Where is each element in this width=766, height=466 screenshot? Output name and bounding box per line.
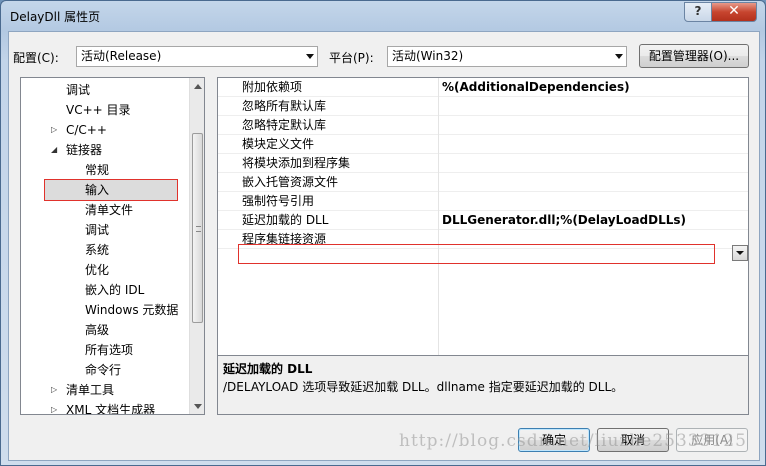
selected-row-highlight	[238, 244, 715, 264]
collapse-arrow-icon[interactable]: ◢	[51, 140, 61, 160]
tree-selection-highlight	[44, 179, 178, 201]
tree-scrollbar[interactable]	[189, 78, 204, 414]
platform-combo[interactable]: 活动(Win32)	[387, 46, 627, 67]
tree-item[interactable]: 系统	[85, 240, 109, 260]
property-row[interactable]: 忽略特定默认库	[218, 116, 748, 135]
property-tree[interactable]: 调试 VC++ 目录 ▷ C/C++ ◢ 链接器 常规 输入 清单文件 调试 系统 优化 嵌入的 IDL…	[20, 77, 205, 415]
value-dropdown-button[interactable]	[732, 245, 748, 261]
tree-item[interactable]: 嵌入的 IDL	[85, 280, 144, 300]
property-row[interactable]: 将模块添加到程序集	[218, 154, 748, 173]
property-name: 强制符号引用	[242, 194, 315, 208]
property-row[interactable]: 延迟加载的 DLL DLLGenerator.dll;%(DelayLoadDLL…	[218, 211, 748, 230]
tree-item[interactable]: 调试	[66, 80, 90, 100]
column-separator[interactable]	[438, 78, 439, 376]
close-button[interactable]: ✕	[711, 2, 757, 22]
property-pages-window: DelayDll 属性页 ? ✕ 配置(C): 活动(Release) 平台(P…	[0, 0, 766, 466]
tree-item[interactable]: 清单工具	[66, 380, 114, 400]
tree-item[interactable]: 调试	[85, 220, 109, 240]
tree-item[interactable]: 链接器	[66, 140, 102, 160]
expand-arrow-icon[interactable]: ▷	[51, 120, 61, 140]
property-name: 忽略特定默认库	[242, 118, 327, 132]
scroll-thumb[interactable]	[192, 133, 203, 323]
config-value: 活动(Release)	[81, 49, 162, 63]
tree-item[interactable]: 常规	[85, 160, 109, 180]
property-row[interactable]: 嵌入托管资源文件	[218, 173, 748, 192]
property-name: 忽略所有默认库	[242, 99, 327, 113]
grip-icon	[196, 226, 201, 232]
description-title: 延迟加载的 DLL	[223, 362, 313, 376]
configuration-manager-button[interactable]: 配置管理器(O)...	[639, 44, 749, 68]
tree-item[interactable]: 输入	[85, 180, 109, 200]
tree-item[interactable]: 优化	[85, 260, 109, 280]
window-title: DelayDll 属性页	[10, 10, 101, 24]
expand-arrow-icon[interactable]: ▷	[51, 380, 61, 400]
property-name: 嵌入托管资源文件	[242, 175, 339, 189]
property-row[interactable]: 模块定义文件	[218, 135, 748, 154]
tree-item[interactable]: Windows 元数据	[85, 300, 178, 320]
tree-item[interactable]: 所有选项	[85, 340, 133, 360]
help-button[interactable]: ?	[684, 2, 712, 22]
property-name: 模块定义文件	[242, 137, 315, 151]
scroll-up-icon[interactable]	[194, 84, 202, 89]
expand-arrow-icon[interactable]: ▷	[51, 400, 61, 414]
property-row[interactable]: 附加依赖项 %(AdditionalDependencies)	[218, 78, 748, 97]
platform-label: 平台(P):	[329, 51, 374, 65]
property-value[interactable]: DLLGenerator.dll;%(DelayLoadDLLs)	[442, 211, 686, 229]
platform-value: 活动(Win32)	[392, 49, 464, 63]
property-row[interactable]: 强制符号引用	[218, 192, 748, 211]
property-name: 延迟加载的 DLL	[242, 213, 329, 227]
scroll-down-icon[interactable]	[194, 404, 202, 409]
tree-item[interactable]: XML 文档生成器	[66, 400, 155, 414]
tree-item[interactable]: 清单文件	[85, 200, 133, 220]
property-name: 将模块添加到程序集	[242, 156, 351, 170]
chevron-down-icon	[615, 54, 623, 59]
chevron-down-icon	[306, 54, 314, 59]
property-value[interactable]: %(AdditionalDependencies)	[442, 78, 630, 96]
property-grid[interactable]: 程序集链接资源 延迟加载的 DLL DLLGenerator.dll;%(Delay…	[217, 77, 749, 377]
description-text: /DELAYLOAD 选项导致延迟加载 DLL。dllname 指定要延迟加载的…	[223, 380, 624, 394]
tree-item[interactable]: VC++ 目录	[66, 100, 131, 120]
tree-item[interactable]: 命令行	[85, 360, 121, 380]
config-combo[interactable]: 活动(Release)	[76, 46, 318, 67]
config-label: 配置(C):	[13, 51, 59, 65]
property-row[interactable]: 忽略所有默认库	[218, 97, 748, 116]
tree-item[interactable]: C/C++	[66, 120, 107, 140]
tree-item[interactable]: 高级	[85, 320, 109, 340]
description-panel: 延迟加载的 DLL /DELAYLOAD 选项导致延迟加载 DLL。dllnam…	[217, 355, 749, 415]
dialog-client-area: 配置(C): 活动(Release) 平台(P): 活动(Win32) 配置管理…	[8, 31, 760, 461]
property-name: 附加依赖项	[242, 80, 303, 94]
watermark: http://blog.csdn.net/liuzhe25333125	[399, 431, 747, 451]
title-bar[interactable]: DelayDll 属性页 ? ✕	[1, 1, 765, 31]
